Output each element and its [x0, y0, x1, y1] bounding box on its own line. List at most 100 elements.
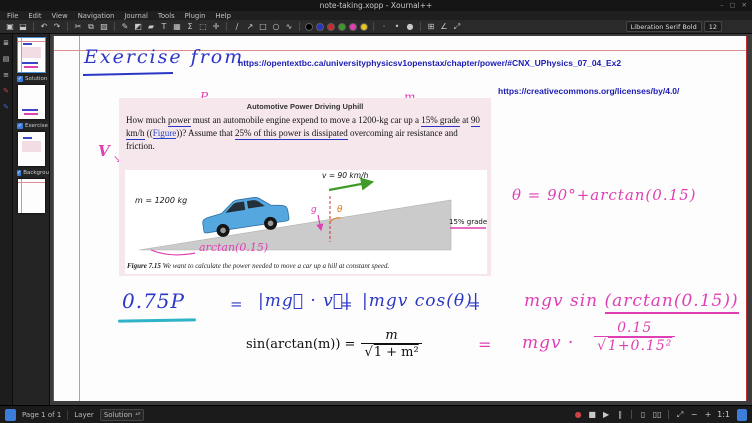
problem-text-segment: 25% of this power is dissipated — [235, 128, 348, 140]
license-url-text[interactable]: https://creativecommons.org/licenses/by/… — [498, 86, 679, 96]
layers-tab-icon[interactable]: ≡ — [1, 70, 11, 80]
window-controls: – ▢ ✕ — [720, 1, 747, 9]
highlighter-icon[interactable]: ▰ — [145, 21, 157, 33]
page-single-icon[interactable]: ▯ — [637, 409, 649, 421]
undo-icon[interactable]: ↶ — [38, 21, 50, 33]
fullscreen-icon[interactable]: ⤢ — [451, 21, 463, 33]
zoom-original-icon[interactable]: 1:1 — [716, 409, 731, 421]
window-title: note-taking.xopp - Xournal++ — [320, 1, 433, 10]
rectangle-tool-icon[interactable]: □ — [257, 21, 269, 33]
color-swatch-icon[interactable] — [349, 23, 357, 31]
ratio-fraction: 0.15 √1+0.15² — [594, 320, 675, 354]
layer-caption: Layer — [74, 411, 94, 419]
workspace: ≣ ▤ ≡ ✎ ✎ ✓ Solution ✓ Exercise — [0, 34, 752, 405]
pen-icon[interactable]: ✎ — [119, 21, 131, 33]
menu-tools[interactable]: Tools — [158, 12, 175, 20]
font-selector[interactable]: Liberation Serif Bold — [626, 21, 702, 32]
layer-row-solution[interactable]: ✓ Solution — [13, 75, 49, 82]
identity-denominator: √1 + m² — [361, 343, 421, 360]
thickness-thick-icon[interactable]: ● — [404, 21, 416, 33]
audio-stop-icon[interactable]: ■ — [586, 409, 598, 421]
layer-thumbnail-exercise[interactable] — [18, 132, 45, 166]
thickness-fine-icon[interactable]: · — [378, 21, 390, 33]
color-swatch-icon[interactable] — [327, 23, 335, 31]
minimize-button[interactable]: – — [720, 1, 723, 9]
layer-row-background[interactable]: ✓ Background — [13, 169, 49, 176]
page-preview-thumbnail[interactable] — [18, 38, 45, 72]
problem-text-segment: 15% grade — [421, 115, 460, 127]
layer-spinner-icon[interactable]: ▴▾ — [135, 412, 140, 417]
grid-snap-icon[interactable]: ⊞ — [425, 21, 437, 33]
arrow-tool-icon[interactable]: ↗ — [244, 21, 256, 33]
audio-pause-icon[interactable]: ∥ — [614, 409, 626, 421]
layer-checkbox-background[interactable]: ✓ — [17, 170, 21, 176]
font-toolbar: Liberation Serif Bold 12 — [626, 21, 748, 32]
hand-tool-icon[interactable]: ✛ — [210, 21, 222, 33]
preview-tab-icon[interactable]: ▤ — [1, 54, 11, 64]
cut-icon[interactable]: ✂ — [72, 21, 84, 33]
menu-help[interactable]: Help — [215, 12, 231, 20]
red-pen-indicator-icon[interactable]: ✎ — [1, 86, 11, 96]
zoom-fit-icon[interactable]: ⤢ — [674, 409, 686, 421]
select-rect-icon[interactable]: ⬚ — [197, 21, 209, 33]
titlebar[interactable]: note-taking.xopp - Xournal++ – ▢ ✕ — [0, 0, 752, 11]
layer-label-solution: Solution — [25, 76, 47, 82]
audio-play-icon[interactable]: ▶ — [600, 409, 612, 421]
latex-identity-object[interactable]: sin(arctan(m)) = m √1 + m² — [246, 328, 422, 360]
thumb-blue-stroke — [22, 109, 38, 111]
identity-numerator: m — [382, 328, 400, 343]
layer-select[interactable]: Solution ▴▾ — [100, 409, 145, 421]
zoom-in-icon[interactable]: + — [702, 409, 714, 421]
save-icon[interactable]: ⬓ — [17, 21, 29, 33]
menu-file[interactable]: File — [7, 12, 18, 20]
contents-tab-icon[interactable]: ≣ — [1, 38, 11, 48]
text-tool-icon[interactable]: T — [158, 21, 170, 33]
menu-view[interactable]: View — [52, 12, 68, 20]
document-page[interactable]: Exercise from https://opentextbc.ca/univ… — [53, 36, 747, 401]
redo-icon[interactable]: ↷ — [51, 21, 63, 33]
figure-caption-number: Figure 7.15 — [127, 262, 161, 270]
thumb-pink-stroke — [24, 113, 38, 115]
ruler-icon[interactable]: ∕ — [231, 21, 243, 33]
blue-pen-indicator-icon[interactable]: ✎ — [1, 102, 11, 112]
font-size-selector[interactable]: 12 — [704, 21, 722, 32]
color-swatch-icon[interactable] — [316, 23, 324, 31]
equals-sign: = — [230, 295, 244, 313]
canvas-area[interactable]: Exercise from https://opentextbc.ca/univ… — [50, 34, 752, 405]
thumb-pink-stroke — [24, 66, 38, 68]
layer-thumbnail-background[interactable] — [18, 179, 45, 213]
menu-journal[interactable]: Journal — [124, 12, 148, 20]
figure-illustration[interactable]: v = 90 km/h m = 1200 kg θ g 15% grade ar… — [125, 170, 487, 260]
problem-text-segment: ))? Assume that — [176, 128, 235, 138]
latex-tool-icon[interactable]: Σ — [184, 21, 196, 33]
close-button[interactable]: ✕ — [742, 1, 747, 9]
page-dual-icon[interactable]: ▯▯ — [651, 409, 663, 421]
thickness-medium-icon[interactable]: • — [391, 21, 403, 33]
menu-navigation[interactable]: Navigation — [78, 12, 115, 20]
color-swatch-icon[interactable] — [305, 23, 313, 31]
layer-checkbox-solution[interactable]: ✓ — [17, 76, 23, 82]
image-tool-icon[interactable]: ▦ — [171, 21, 183, 33]
spline-tool-icon[interactable]: ∿ — [283, 21, 295, 33]
statusbar: Page 1 of 1 Layer Solution ▴▾ ●■▶∥▯▯▯⤢−+… — [0, 405, 752, 423]
color-swatch-icon[interactable] — [338, 23, 346, 31]
figure-link[interactable]: Figure — [153, 128, 177, 139]
layer-checkbox-exercise[interactable]: ✓ — [17, 123, 23, 129]
maximize-button[interactable]: ▢ — [729, 1, 735, 9]
audio-record-icon[interactable]: ● — [572, 409, 584, 421]
sidebar-toggle-button[interactable] — [5, 409, 16, 421]
paste-icon[interactable]: ▨ — [98, 21, 110, 33]
ellipse-tool-icon[interactable]: ○ — [270, 21, 282, 33]
toolbar-separator — [420, 22, 421, 31]
open-file-icon[interactable]: ▣ — [4, 21, 16, 33]
layer-row-exercise[interactable]: ✓ Exercise — [13, 122, 49, 129]
zoom-out-icon[interactable]: − — [688, 409, 700, 421]
source-url-text[interactable]: https://opentextbc.ca/universityphysicsv… — [238, 58, 621, 68]
angle-snap-icon[interactable]: ∠ — [438, 21, 450, 33]
layer-thumbnail-solution[interactable] — [18, 85, 45, 119]
copy-icon[interactable]: ⧉ — [85, 21, 97, 33]
menu-plugin[interactable]: Plugin — [185, 12, 206, 20]
color-swatch-icon[interactable] — [360, 23, 368, 31]
menu-edit[interactable]: Edit — [28, 12, 41, 20]
eraser-icon[interactable]: ◩ — [132, 21, 144, 33]
